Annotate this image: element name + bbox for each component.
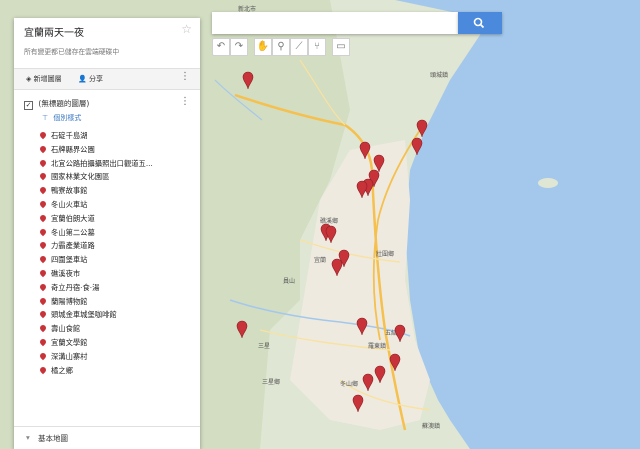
pin-icon: [38, 282, 48, 292]
place-name: 宜蘭伯朗大道: [51, 213, 95, 223]
label-dongshan: 冬山鄉: [340, 380, 358, 388]
add-layer-label: 新增圖層: [33, 75, 62, 83]
search-input[interactable]: [212, 12, 458, 34]
places-list: 石碇千島湖石牌縣界公園北宜公路拍攝攝照出口觀道五... 國家林業文化園區 鴨寮故事館…: [38, 130, 153, 380]
list-item[interactable]: 鴨寮故事館: [38, 185, 153, 200]
search-button[interactable]: [458, 12, 502, 34]
list-item[interactable]: 石碇千島湖: [38, 130, 153, 145]
label-sanxing: 三星鄉: [262, 378, 280, 386]
place-name: 深溝山寨村: [51, 351, 88, 361]
pin-icon: [38, 185, 48, 195]
draw-line-icon[interactable]: ⟋: [290, 38, 308, 56]
search-icon: [473, 17, 485, 29]
list-item[interactable]: 冬山火車站: [38, 199, 153, 214]
label-luodong: 羅東鎮: [368, 342, 386, 350]
map-toolbar: ↶ ↷ ✋ ⚲ ⟋ ⑂ ▭: [212, 38, 350, 56]
place-name: 四圍堡車站: [51, 255, 88, 265]
list-item[interactable]: 石牌縣界公園: [38, 144, 153, 159]
list-item[interactable]: 四圍堡車站: [38, 254, 153, 269]
place-name: 礁溪夜市: [51, 268, 81, 278]
place-name: 宜蘭文學館: [51, 337, 88, 347]
label-sanxing2: 三星: [258, 343, 270, 350]
basemap-row[interactable]: ▾ 基本地圖: [14, 426, 200, 449]
label-county: 宜蘭: [314, 256, 326, 264]
star-icon[interactable]: ☆: [181, 22, 192, 36]
pin-icon: [38, 323, 48, 333]
ruler-icon[interactable]: ▭: [332, 38, 350, 56]
list-item[interactable]: 力霸產業道路: [38, 241, 153, 255]
place-name: 北宜公路拍攝攝照出口觀道五...: [51, 158, 153, 168]
save-status: 所有變更都已儲存在雲端硬碟中: [24, 48, 120, 56]
layer-checkbox[interactable]: ✓: [24, 101, 33, 110]
pin-icon: [38, 199, 48, 209]
redo-icon[interactable]: ↷: [230, 38, 248, 56]
pin-icon: [38, 130, 48, 140]
place-name: 奇立丹宿·食·湯: [51, 282, 100, 292]
pin-icon: [38, 158, 48, 167]
label-zhuangwei: 壯圍鄉: [376, 250, 394, 258]
place-name: 頭城金車城堡咖啡館: [51, 310, 117, 320]
style-label: 個別樣式: [53, 114, 82, 122]
pin-icon: [38, 227, 48, 236]
pin-icon: [38, 213, 48, 223]
place-name: 橘之鄉: [51, 365, 73, 375]
basemap-label: 基本地圖: [38, 434, 68, 443]
add-person-icon: 👤: [78, 75, 87, 83]
pin-icon: [38, 337, 48, 347]
list-item[interactable]: 冬山第二公墓: [38, 227, 153, 242]
list-item[interactable]: 北宜公路拍攝攝照出口觀道五...: [38, 158, 153, 173]
pin-icon: [38, 254, 48, 264]
pin-icon: [38, 365, 48, 374]
pin-icon: [38, 310, 48, 319]
share-button[interactable]: 👤 分享: [78, 74, 103, 84]
marker-icon[interactable]: ⚲: [272, 38, 290, 56]
more-options-icon[interactable]: ⋮: [180, 72, 190, 82]
list-item[interactable]: 國家林業文化園區: [38, 172, 153, 186]
layers-icon: ◈: [26, 75, 32, 83]
pin-icon: [38, 268, 48, 278]
style-link[interactable]: ⊤ 個別樣式: [42, 113, 81, 123]
undo-icon[interactable]: ↶: [212, 38, 230, 56]
turtle-island: [538, 178, 558, 188]
hand-icon[interactable]: ✋: [254, 38, 272, 56]
chevron-down-icon: ▾: [26, 433, 30, 442]
list-item[interactable]: 宜蘭伯朗大道: [38, 213, 153, 228]
layer-name[interactable]: (無標題的圖層): [38, 99, 89, 108]
label-suao: 蘇澳鎮: [422, 422, 440, 430]
place-name: 冬山火車站: [51, 199, 88, 209]
pin-icon: [38, 296, 48, 305]
place-name: 石碇千島湖: [51, 131, 88, 140]
pin-icon: [38, 351, 48, 360]
pin-icon: [38, 144, 48, 154]
place-name: 鴨寮故事館: [51, 186, 88, 196]
label-jiaoxi: 礁溪鄉: [320, 217, 338, 225]
list-item[interactable]: 橘之鄉: [38, 365, 153, 380]
place-name: 國家林業文化園區: [51, 172, 110, 182]
place-name: 石牌縣界公園: [51, 144, 95, 154]
label-toucheng: 頭城鎮: [430, 71, 448, 79]
layer-options-icon[interactable]: ⋮: [180, 97, 190, 107]
list-item[interactable]: 奇立丹宿·食·湯: [38, 282, 153, 297]
place-name: 壽山食館: [51, 324, 81, 334]
label-yuanshan: 員山: [283, 277, 295, 285]
list-item[interactable]: 深溝山寨村: [38, 351, 153, 366]
place-name: 蘭陽博物館: [51, 296, 88, 306]
layer-header: ✓ (無標題的圖層): [24, 98, 89, 110]
list-item[interactable]: 礁溪夜市: [38, 268, 153, 283]
layer-toolbar: ◈ 新增圖層 👤 分享 ⋮: [14, 68, 200, 90]
pin-icon: [38, 241, 48, 250]
pin-icon: [38, 172, 48, 181]
map-title[interactable]: 宜蘭兩天一夜: [24, 24, 84, 39]
share-label: 分享: [88, 75, 103, 83]
directions-icon[interactable]: ⑂: [308, 38, 326, 56]
list-item[interactable]: 蘭陽博物館: [38, 296, 153, 311]
add-layer-button[interactable]: ◈ 新增圖層: [26, 74, 62, 84]
list-item[interactable]: 宜蘭文學館: [38, 337, 153, 352]
place-name: 力霸產業道路: [51, 241, 95, 251]
list-item[interactable]: 壽山食館: [38, 323, 153, 338]
paint-roller-icon: ⊤: [42, 114, 49, 122]
list-item[interactable]: 頭城金車城堡咖啡館: [38, 310, 153, 324]
map-legend-panel: 宜蘭兩天一夜 ☆ 所有變更都已儲存在雲端硬碟中 ◈ 新增圖層 👤 分享 ⋮ ✓ …: [14, 18, 200, 449]
place-name: 冬山第二公墓: [51, 227, 95, 237]
